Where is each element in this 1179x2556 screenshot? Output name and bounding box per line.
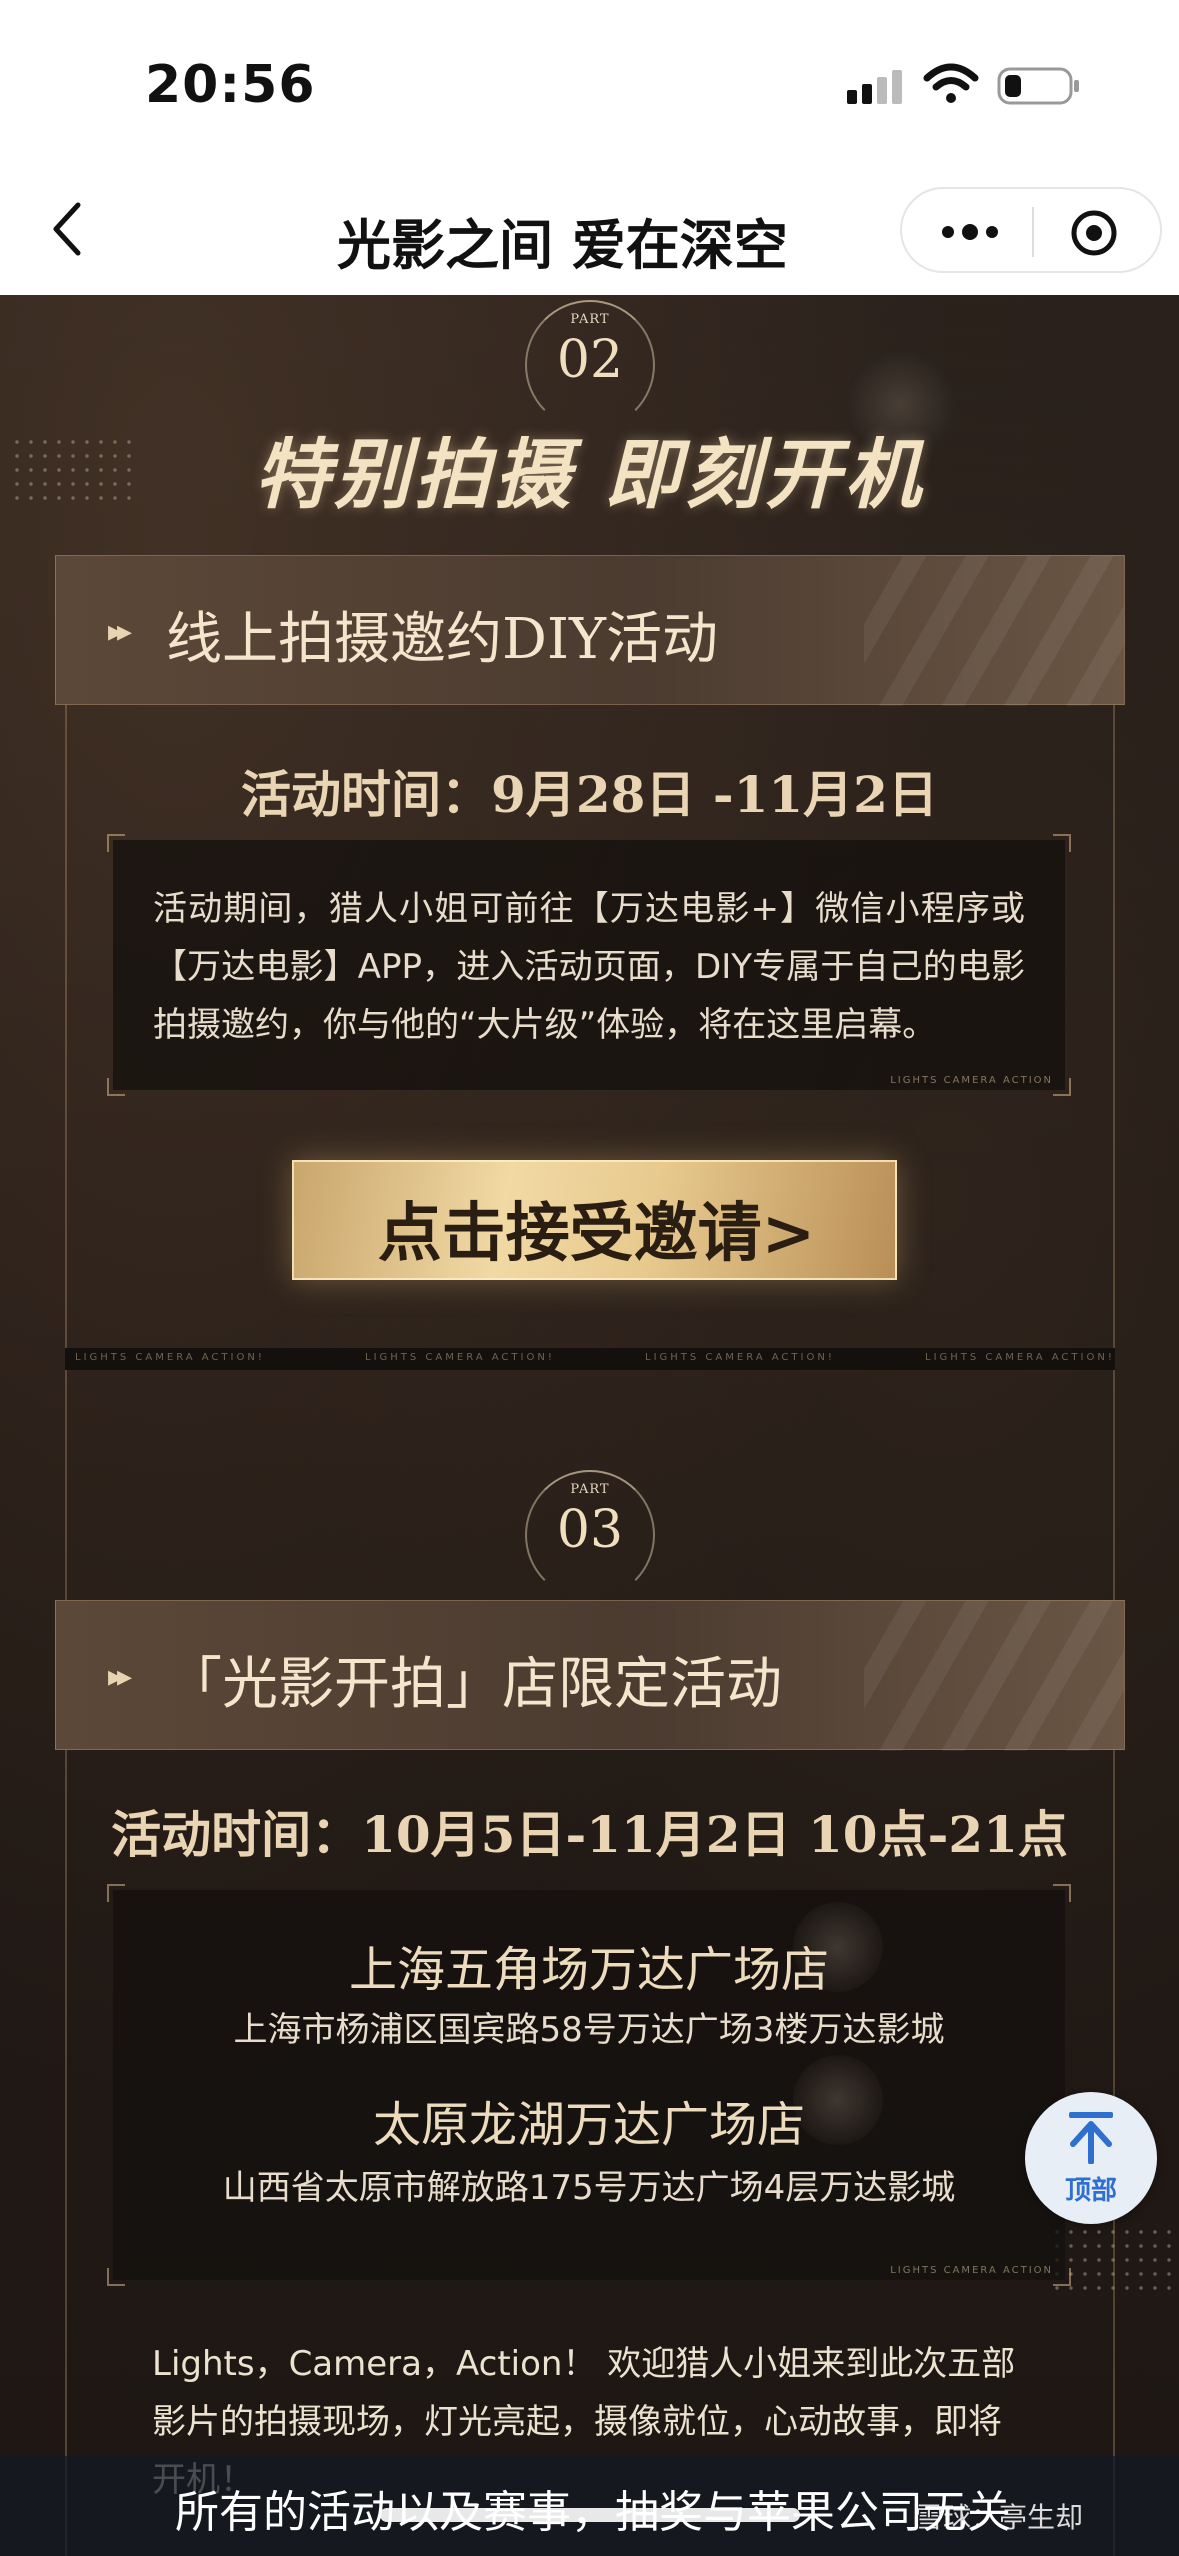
part-label: PART (570, 1482, 610, 1497)
more-options-icon[interactable] (938, 217, 1002, 247)
home-indicator[interactable] (380, 2508, 800, 2522)
banner-chevrons (864, 1601, 1124, 1751)
strip-text: LIGHTS CAMERA ACTION! (75, 1352, 265, 1363)
section-heading: 特别拍摄 即刻开机 (254, 430, 925, 519)
nav-bar: 光影之间 爱在深空 (0, 175, 1179, 295)
box-tag: LIGHTS CAMERA ACTION (890, 1075, 1053, 1086)
close-program-icon[interactable] (1070, 209, 1118, 257)
part-label: PART (570, 312, 610, 327)
strip-text: LIGHTS CAMERA ACTION! (365, 1352, 555, 1363)
wifi-icon (923, 63, 979, 103)
cta-label: 点击接受邀请> (377, 1196, 816, 1271)
back-to-top-button[interactable]: 顶部 (1025, 2092, 1157, 2224)
corner-mark (107, 834, 125, 852)
page-title: 光影之间 爱在深空 (337, 214, 788, 277)
part-03-badge: PART 03 (525, 1470, 655, 1600)
arrow-up-icon (1069, 2112, 1113, 2164)
activity-time: 活动时间：10月5日-11月2日 10点-21点 (111, 1805, 1068, 1864)
stores-box: 上海五角场万达广场店 上海市杨浦区国宾路58号万达广场3楼万达影城 太原龙湖万达… (107, 1884, 1071, 2286)
back-to-top-label: 顶部 (1064, 2176, 1117, 2206)
corner-mark (107, 2268, 125, 2286)
description-box: 活动期间，猎人小姐可前往【万达电影+】微信小程序或【万达电影】APP，进入活动页… (107, 834, 1071, 1096)
corner-mark (107, 1078, 125, 1096)
back-chevron-icon[interactable] (48, 199, 88, 259)
corner-mark (107, 1884, 125, 1902)
section-3-banner: ▸▸ 「光影开拍」店限定活动 (55, 1600, 1125, 1751)
accept-invitation-button[interactable]: 点击接受邀请> (292, 1160, 897, 1280)
strip-text: LIGHTS CAMERA ACTION! (925, 1352, 1115, 1363)
status-bar: 20:56 (0, 0, 1179, 175)
store-name: 上海五角场万达广场店 (348, 1942, 829, 1998)
activity-time: 活动时间：9月28日 -11月2日 (241, 765, 938, 824)
status-time: 20:56 (145, 55, 316, 115)
box-tag: LIGHTS CAMERA ACTION (890, 2265, 1053, 2276)
store-name: 太原龙湖万达广场店 (372, 2097, 805, 2153)
capsule-divider (1032, 207, 1034, 257)
part-number: 03 (556, 1500, 624, 1560)
caption-overlay: 所有的活动以及赛事，抽奖与苹果公司无关 雪球：亭生却 (0, 2456, 1179, 2556)
banner-arrow-icon: ▸▸ (108, 1659, 132, 1694)
activity-description: 活动期间，猎人小姐可前往【万达电影+】微信小程序或【万达电影】APP，进入活动页… (153, 889, 1025, 1045)
banner-chevrons (864, 556, 1124, 706)
strip-text: LIGHTS CAMERA ACTION! (645, 1352, 835, 1363)
store-address: 上海市杨浦区国宾路58号万达广场3楼万达影城 (233, 2010, 945, 2050)
activity-page: PART 02 特别拍摄 即刻开机 ▸▸ 线上拍摄邀约DIY活动 活动时间：9月… (0, 295, 1179, 2556)
battery-icon (997, 67, 1079, 105)
part-number: 02 (556, 330, 624, 390)
corner-mark (1053, 1078, 1071, 1096)
cellular-signal-icon (847, 70, 902, 104)
watermark: 雪球：亭生却 (915, 2501, 1084, 2534)
corner-mark (1053, 834, 1071, 852)
film-strip: LIGHTS CAMERA ACTION! LIGHTS CAMERA ACTI… (65, 1348, 1115, 1370)
banner-arrow-icon: ▸▸ (108, 614, 132, 649)
banner-title: 「光影开拍」店限定活动 (166, 1652, 782, 1717)
corner-mark (1053, 2268, 1071, 2286)
corner-mark (1053, 1884, 1071, 1902)
section-2-banner: ▸▸ 线上拍摄邀约DIY活动 (55, 555, 1125, 706)
mini-program-capsule (900, 187, 1162, 273)
store-address: 山西省太原市解放路175号万达广场4层万达影城 (222, 2168, 956, 2208)
banner-title: 线上拍摄邀约DIY活动 (166, 607, 718, 672)
part-02-badge: PART 02 (525, 300, 655, 430)
